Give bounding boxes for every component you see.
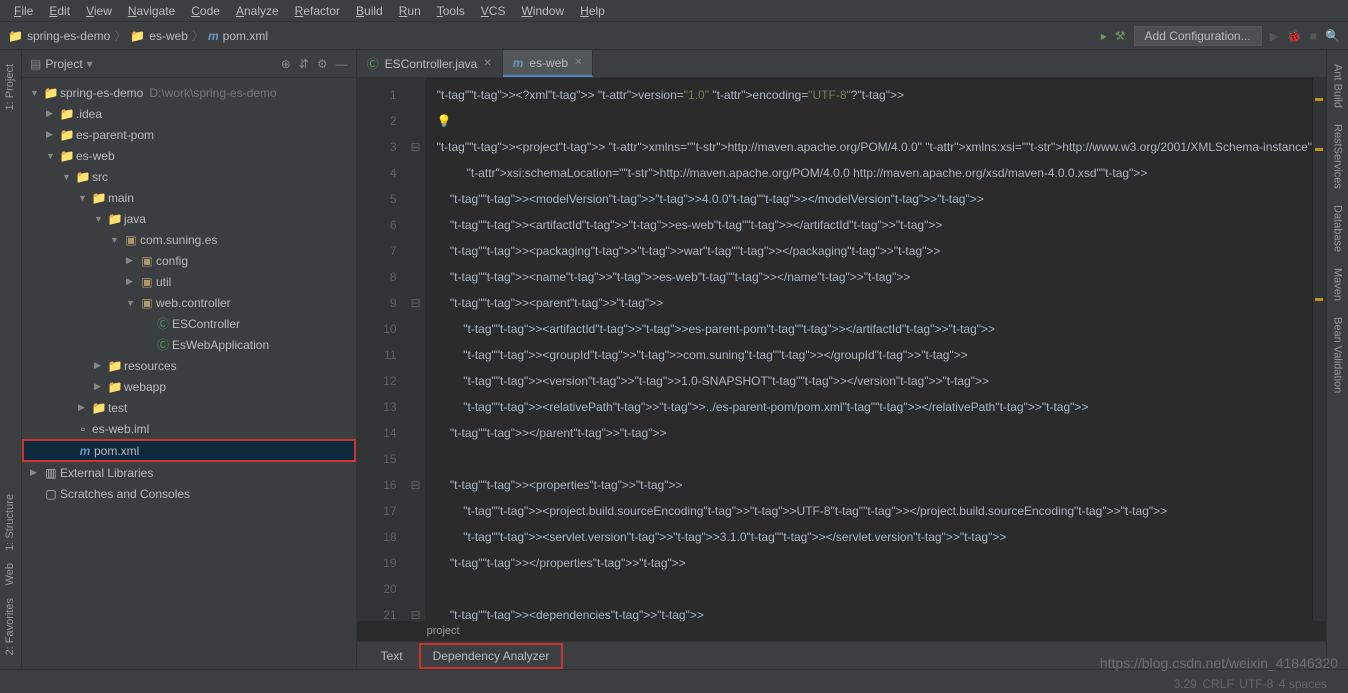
run-config-dropdown[interactable]: Add Configuration... (1134, 26, 1262, 46)
menu-code[interactable]: Code (183, 4, 228, 18)
panel-title: Project (45, 57, 82, 71)
close-icon[interactable]: ✕ (483, 58, 491, 69)
build-icon[interactable]: ▸ (1101, 29, 1107, 43)
breadcrumb-spring-es-demo[interactable]: 📁spring-es-demo (8, 29, 110, 43)
tool-tab-maven[interactable]: Maven (1332, 262, 1344, 307)
tree-item-pom-xml[interactable]: mpom.xml (22, 439, 356, 462)
tree-item-test[interactable]: ▶📁test (22, 397, 356, 418)
tree-item-resources[interactable]: ▶📁resources (22, 355, 356, 376)
tree-item-web-controller[interactable]: ▼▣web.controller (22, 292, 356, 313)
locate-icon[interactable]: ⊕ (281, 57, 291, 71)
hammer-icon[interactable]: ⚒ (1115, 29, 1126, 43)
tree-item-com-suning-es[interactable]: ▼▣com.suning.es (22, 229, 356, 250)
tool-tab-restservices[interactable]: RestServices (1332, 118, 1344, 195)
breadcrumb-es-web[interactable]: 📁es-web (130, 29, 188, 43)
tool-tab-database[interactable]: Database (1332, 199, 1344, 258)
editor-breadcrumb[interactable]: project (357, 621, 1326, 641)
stop-icon[interactable]: ■ (1310, 29, 1317, 43)
tree-item-scratches-and-consoles[interactable]: ▢Scratches and Consoles (22, 483, 356, 504)
right-tool-strip: Ant Build RestServices Database Maven Bean V… (1326, 50, 1348, 669)
breadcrumbs: 📁spring-es-demo〉📁es-web〉mpom.xml (8, 27, 268, 44)
tool-tab-beanvalidation[interactable]: Bean Validation (1332, 311, 1344, 399)
tool-tab-web[interactable]: Web (4, 557, 16, 591)
toolbar: 📁spring-es-demo〉📁es-web〉mpom.xml ▸ ⚒ Add… (0, 22, 1348, 50)
menu-navigate[interactable]: Navigate (120, 4, 183, 18)
tool-tab-antbuild[interactable]: Ant Build (1332, 58, 1344, 114)
line-gutter: 123456789101112131415161718192021 (357, 78, 407, 621)
code-editor[interactable]: "t-tag""t-tag">><?xml"t-tag">> "t-attr">… (425, 78, 1312, 621)
tree-item-es-web[interactable]: ▼📁es-web (22, 145, 356, 166)
editor-tab-es-web[interactable]: mes-web✕ (503, 50, 594, 77)
menu-vcs[interactable]: VCS (473, 4, 514, 18)
debug-icon[interactable]: 🐞 (1287, 29, 1302, 43)
tree-item-spring-es-demo[interactable]: ▼📁spring-es-demoD:\work\spring-es-demo (22, 82, 356, 103)
error-stripe[interactable] (1312, 78, 1326, 621)
project-tree[interactable]: ▼📁spring-es-demoD:\work\spring-es-demo▶📁… (22, 78, 356, 669)
close-icon[interactable]: ✕ (574, 57, 582, 68)
editor-view-tab-text[interactable]: Text (369, 645, 415, 667)
gear-icon[interactable]: ⚙ (317, 57, 328, 71)
tree-item--idea[interactable]: ▶📁.idea (22, 103, 356, 124)
tree-item-eswebapplication[interactable]: ⒸEsWebApplication (22, 334, 356, 355)
editor-area: ⒸESController.java✕mes-web✕ 123456789101… (357, 50, 1326, 669)
tree-item-webapp[interactable]: ▶📁webapp (22, 376, 356, 397)
tree-item-es-web-iml[interactable]: ▫es-web.iml (22, 418, 356, 439)
menu-edit[interactable]: Edit (41, 4, 78, 18)
menu-help[interactable]: Help (572, 4, 613, 18)
tool-tab-project[interactable]: 1: Project (4, 58, 16, 116)
tool-tab-structure[interactable]: 1: Structure (4, 488, 16, 557)
breadcrumb-pom.xml[interactable]: mpom.xml (208, 29, 268, 43)
editor-tab-escontroller-java[interactable]: ⒸESController.java✕ (357, 50, 503, 77)
menu-build[interactable]: Build (348, 4, 391, 18)
caret-pos: 3:29 (1173, 677, 1196, 691)
watermark: https://blog.csdn.net/weixin_41846320 (1100, 655, 1338, 671)
indent[interactable]: 4 spaces (1279, 677, 1327, 691)
fold-column[interactable]: ⊟⊟⊟⊟ (407, 78, 425, 621)
tool-tab-favorites[interactable]: 2: Favorites (4, 592, 16, 661)
project-tool-window: ▤ Project ▾ ⊕ ⇵ ⚙ — ▼📁spring-es-demoD:\w… (22, 50, 357, 669)
search-icon[interactable]: 🔍 (1325, 29, 1340, 43)
menu-view[interactable]: View (78, 4, 120, 18)
tree-item-java[interactable]: ▼📁java (22, 208, 356, 229)
left-tool-strip: 1: Project 1: StructureWeb2: Favorites (0, 50, 22, 669)
collapse-icon[interactable]: ⇵ (299, 57, 309, 71)
tree-item-escontroller[interactable]: ⒸESController (22, 313, 356, 334)
menu-analyze[interactable]: Analyze (228, 4, 287, 18)
tree-item-src[interactable]: ▼📁src (22, 166, 356, 187)
tree-item-config[interactable]: ▶▣config (22, 250, 356, 271)
menu-run[interactable]: Run (391, 4, 429, 18)
line-sep[interactable]: CRLF (1202, 677, 1233, 691)
tree-item-util[interactable]: ▶▣util (22, 271, 356, 292)
hide-icon[interactable]: — (336, 57, 348, 71)
menu-tools[interactable]: Tools (429, 4, 473, 18)
tree-item-es-parent-pom[interactable]: ▶📁es-parent-pom (22, 124, 356, 145)
editor-tabs: ⒸESController.java✕mes-web✕ (357, 50, 1326, 78)
menu-refactor[interactable]: Refactor (287, 4, 348, 18)
run-icon[interactable]: ▶ (1270, 29, 1279, 43)
encoding[interactable]: UTF-8 (1239, 677, 1273, 691)
menu-window[interactable]: Window (513, 4, 572, 18)
tree-item-main[interactable]: ▼📁main (22, 187, 356, 208)
menu-file[interactable]: File (6, 4, 41, 18)
tree-item-external-libraries[interactable]: ▶▥External Libraries (22, 462, 356, 483)
menu-bar: FileEditViewNavigateCodeAnalyzeRefactorB… (0, 0, 1348, 22)
editor-view-tab-dependency-analyzer[interactable]: Dependency Analyzer (419, 643, 564, 669)
